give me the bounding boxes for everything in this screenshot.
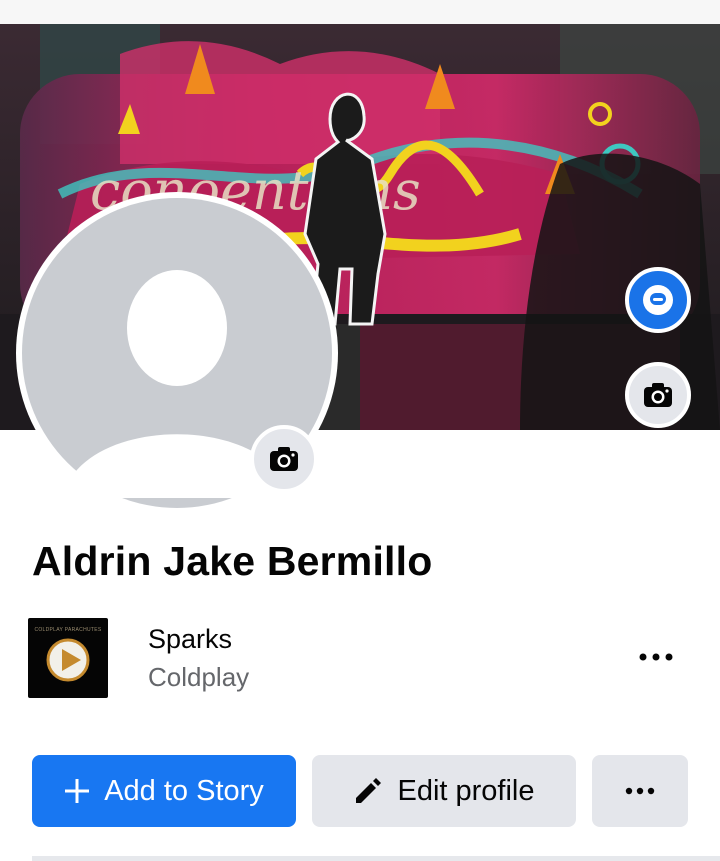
music-more-button[interactable]: [636, 642, 676, 672]
plus-icon: [64, 778, 90, 804]
avatar-icon: [643, 285, 673, 315]
avatar-button[interactable]: [625, 267, 691, 333]
add-to-story-label: Add to Story: [104, 774, 264, 807]
camera-icon: [270, 447, 298, 471]
more-options-button[interactable]: [592, 755, 688, 827]
album-caption: COLDPLAY PARACHUTES: [34, 627, 102, 633]
song-artist: Coldplay: [148, 662, 250, 692]
profile-music[interactable]: COLDPLAY PARACHUTES Sparks Coldplay: [28, 618, 718, 700]
profile-name: Aldrin Jake Bermillo: [32, 538, 433, 584]
section-divider: [32, 856, 720, 861]
more-horizontal-icon: [639, 653, 673, 661]
camera-icon: [644, 383, 672, 407]
edit-profile-label: Edit profile: [397, 774, 535, 807]
profile-camera-button[interactable]: [250, 425, 318, 493]
song-title: Sparks: [148, 624, 233, 654]
status-bar-strip: [0, 0, 720, 24]
more-horizontal-icon: [625, 787, 655, 795]
pencil-icon: [353, 776, 383, 806]
edit-profile-button[interactable]: Edit profile: [312, 755, 576, 827]
cover-camera-button[interactable]: [625, 362, 691, 428]
add-to-story-button[interactable]: Add to Story: [32, 755, 296, 827]
album-art: COLDPLAY PARACHUTES: [28, 618, 108, 698]
